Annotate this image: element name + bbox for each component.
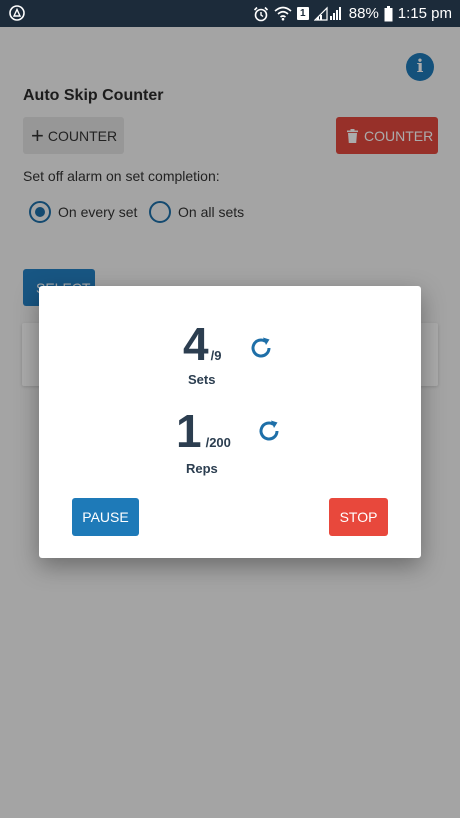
alarm-icon: [253, 6, 268, 21]
app-notification-icon: [9, 5, 25, 21]
reps-current: 1: [176, 405, 202, 457]
pause-button[interactable]: PAUSE: [72, 498, 139, 536]
reset-sets-icon[interactable]: [248, 335, 274, 361]
sets-label: Sets: [188, 372, 216, 387]
battery-percent: 88%: [348, 5, 379, 22]
status-right-group: 1 88% 1:15 pm: [253, 4, 452, 23]
battery-icon: [384, 5, 393, 21]
sets-total: /9: [210, 348, 222, 363]
reps-count: 1 /200: [176, 408, 231, 454]
reps-total: /200: [205, 435, 231, 450]
wifi-icon: [274, 6, 292, 21]
sim-badge: 1: [296, 7, 309, 20]
status-bar: 1 88% 1:15 pm: [0, 0, 460, 27]
clock-time: 1:15 pm: [397, 5, 452, 22]
reset-reps-icon[interactable]: [256, 418, 282, 444]
reps-label: Reps: [186, 461, 218, 476]
counter-dialog: 4 /9 Sets 1 /200 Reps PAUSE STOP: [39, 286, 421, 558]
sets-current: 4: [183, 318, 209, 370]
signal-icon: [313, 6, 341, 21]
stop-button[interactable]: STOP: [329, 498, 388, 536]
sets-count: 4 /9: [183, 321, 221, 367]
